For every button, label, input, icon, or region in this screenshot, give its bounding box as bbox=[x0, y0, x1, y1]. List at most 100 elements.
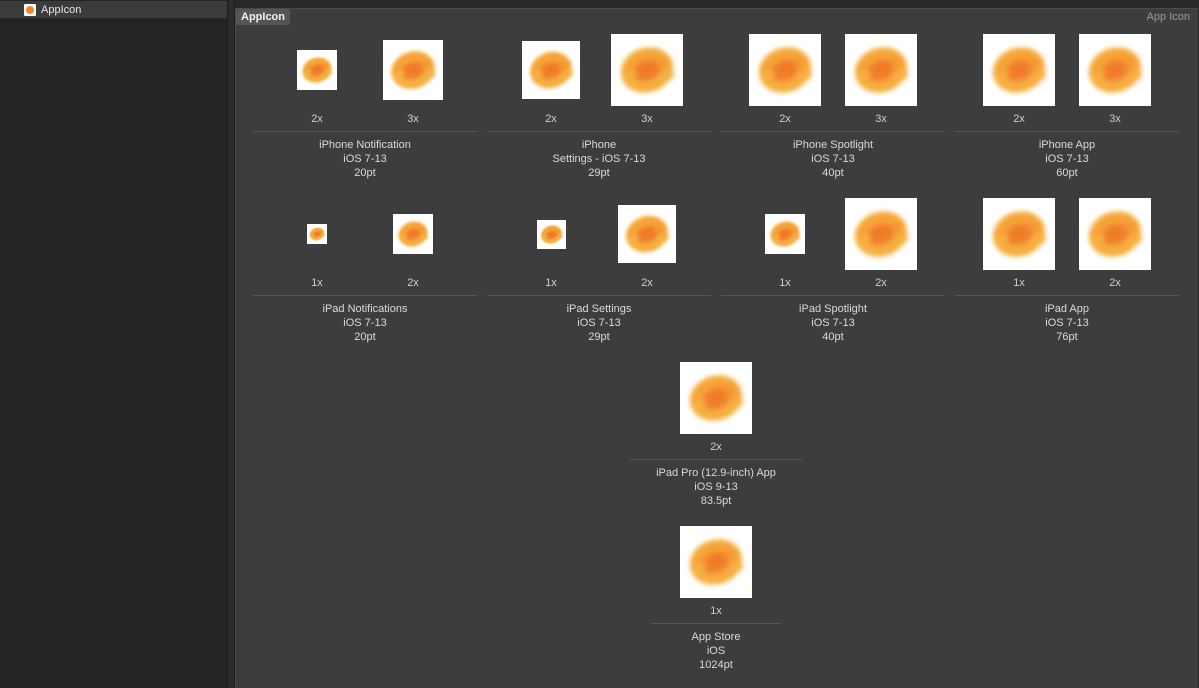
scale-label: 2x bbox=[1013, 113, 1025, 125]
slot-separator bbox=[487, 295, 711, 296]
slot-ios-range: iOS 9-13 bbox=[694, 481, 738, 493]
slot-ios-range: iOS 7-13 bbox=[343, 317, 387, 329]
icon-slot-iphone-app-2x[interactable] bbox=[983, 34, 1055, 106]
app-icon-image bbox=[625, 215, 670, 253]
scale-label: 1x bbox=[1013, 277, 1025, 289]
slot-ios-range: iOS 7-13 bbox=[811, 317, 855, 329]
asset-sidebar: AppIcon bbox=[0, 0, 228, 687]
icon-slot-ipad-pro-app-2x[interactable] bbox=[680, 362, 752, 434]
slot-description-app-store: App Store iOS 1024pt bbox=[596, 630, 836, 672]
app-icon-image bbox=[391, 51, 436, 89]
slot-ios-range: iOS 7-13 bbox=[1045, 153, 1089, 165]
slot-point-size: 29pt bbox=[588, 167, 610, 179]
app-icon-image bbox=[992, 47, 1047, 93]
sidebar-item-appicon[interactable]: AppIcon bbox=[0, 1, 227, 18]
slot-separator bbox=[955, 295, 1179, 296]
app-icon-image bbox=[854, 47, 909, 93]
slot-separator bbox=[721, 131, 945, 132]
slot-description-ipad-settings: iPad Settings iOS 7-13 29pt bbox=[479, 302, 719, 344]
slot-description-iphone-notification: iPhone Notification iOS 7-13 20pt bbox=[245, 138, 485, 180]
icon-slot-ipad-settings-1x[interactable] bbox=[536, 219, 566, 249]
slot-name: iPhone App bbox=[1038, 139, 1096, 151]
app-icon-image bbox=[529, 51, 574, 89]
app-icon-image bbox=[758, 47, 813, 93]
app-icon-image bbox=[1088, 47, 1143, 93]
slot-name: iPhone bbox=[581, 139, 617, 151]
slot-point-size: 20pt bbox=[354, 167, 376, 179]
icon-slot-ipad-spotlight-1x[interactable] bbox=[765, 214, 805, 254]
app-icon-image bbox=[770, 221, 801, 247]
icon-slot-iphone-spotlight-3x[interactable] bbox=[845, 34, 917, 106]
icon-slot-ipad-app-1x[interactable] bbox=[983, 198, 1055, 270]
scale-label: 3x bbox=[875, 113, 887, 125]
slot-point-size: 40pt bbox=[822, 331, 844, 343]
app-icon-image bbox=[620, 47, 675, 93]
slot-description-ipad-notifications: iPad Notifications iOS 7-13 20pt bbox=[245, 302, 485, 344]
slot-point-size: 60pt bbox=[1056, 167, 1078, 179]
app-icon-image bbox=[854, 211, 909, 257]
slot-ios-range: iOS 7-13 bbox=[343, 153, 387, 165]
icon-set-kind: App Icon bbox=[1146, 11, 1190, 23]
slot-ios-range: iOS bbox=[706, 645, 726, 657]
slot-ios-range: iOS 7-13 bbox=[1045, 317, 1089, 329]
icon-slot-iphone-app-3x[interactable] bbox=[1079, 34, 1151, 106]
slot-point-size: 40pt bbox=[822, 167, 844, 179]
scale-label: 1x bbox=[545, 277, 557, 289]
icon-slot-ipad-spotlight-2x[interactable] bbox=[845, 198, 917, 270]
app-icon-image bbox=[540, 224, 563, 244]
slot-ios-range: Settings - iOS 7-13 bbox=[552, 153, 646, 165]
app-icon-image bbox=[398, 221, 429, 247]
scale-label: 2x bbox=[779, 113, 791, 125]
app-icon-image bbox=[992, 211, 1047, 257]
slot-separator bbox=[721, 295, 945, 296]
sidebar-item-label: AppIcon bbox=[41, 3, 82, 16]
app-icon-image bbox=[309, 227, 325, 241]
scale-label: 2x bbox=[1109, 277, 1121, 289]
slot-ios-range: iOS 7-13 bbox=[811, 153, 855, 165]
slot-point-size: 20pt bbox=[354, 331, 376, 343]
scale-label: 1x bbox=[311, 277, 323, 289]
icon-slot-iphone-notification-3x[interactable] bbox=[383, 40, 443, 100]
app-icon-image bbox=[1088, 211, 1143, 257]
slot-separator bbox=[651, 623, 781, 624]
slot-name: iPad Spotlight bbox=[799, 303, 867, 315]
scale-label: 3x bbox=[1109, 113, 1121, 125]
slot-name: iPad App bbox=[1044, 303, 1090, 315]
icon-slot-ipad-settings-2x[interactable] bbox=[618, 205, 676, 263]
scale-label: 1x bbox=[779, 277, 791, 289]
icon-slot-ipad-notifications-1x[interactable] bbox=[307, 224, 327, 244]
scale-label: 2x bbox=[545, 113, 557, 125]
slot-name: iPad Settings bbox=[566, 303, 632, 315]
scale-label: 2x bbox=[710, 441, 722, 453]
icon-set-title: AppIcon bbox=[236, 9, 290, 25]
scale-label: 1x bbox=[710, 605, 722, 617]
slot-name: App Store bbox=[691, 631, 741, 643]
slot-separator bbox=[487, 131, 711, 132]
app-icon-image bbox=[689, 375, 744, 421]
slot-point-size: 1024pt bbox=[699, 659, 733, 671]
icon-slot-iphone-spotlight-2x[interactable] bbox=[749, 34, 821, 106]
icon-slot-app-store-1x[interactable] bbox=[680, 526, 752, 598]
slot-point-size: 83.5pt bbox=[700, 495, 732, 507]
slot-separator bbox=[955, 131, 1179, 132]
app-icon-image bbox=[689, 539, 744, 585]
slot-description-iphone-app: iPhone App iOS 7-13 60pt bbox=[947, 138, 1187, 180]
slot-description-ipad-app: iPad App iOS 7-13 76pt bbox=[947, 302, 1187, 344]
split-view-divider[interactable] bbox=[228, 0, 235, 687]
icon-slot-ipad-notifications-2x[interactable] bbox=[393, 214, 433, 254]
slot-separator bbox=[253, 295, 477, 296]
appicon-thumbnail-icon bbox=[24, 3, 36, 16]
slot-description-iphone-settings: iPhone Settings - iOS 7-13 29pt bbox=[479, 138, 719, 180]
slot-separator bbox=[253, 131, 477, 132]
icon-slot-iphone-settings-2x[interactable] bbox=[522, 41, 580, 99]
icon-slot-ipad-app-2x[interactable] bbox=[1079, 198, 1151, 270]
icon-slot-iphone-notification-2x[interactable] bbox=[297, 50, 337, 90]
scale-label: 3x bbox=[407, 113, 419, 125]
scale-label: 3x bbox=[641, 113, 653, 125]
slot-name: iPhone Spotlight bbox=[792, 139, 874, 151]
icon-slot-iphone-settings-3x[interactable] bbox=[611, 34, 683, 106]
slot-name: iPad Notifications bbox=[322, 303, 408, 315]
slot-description-ipad-pro-app: iPad Pro (12.9-inch) App iOS 9-13 83.5pt bbox=[596, 466, 836, 508]
slot-point-size: 29pt bbox=[588, 331, 610, 343]
app-icon-image bbox=[302, 57, 333, 83]
